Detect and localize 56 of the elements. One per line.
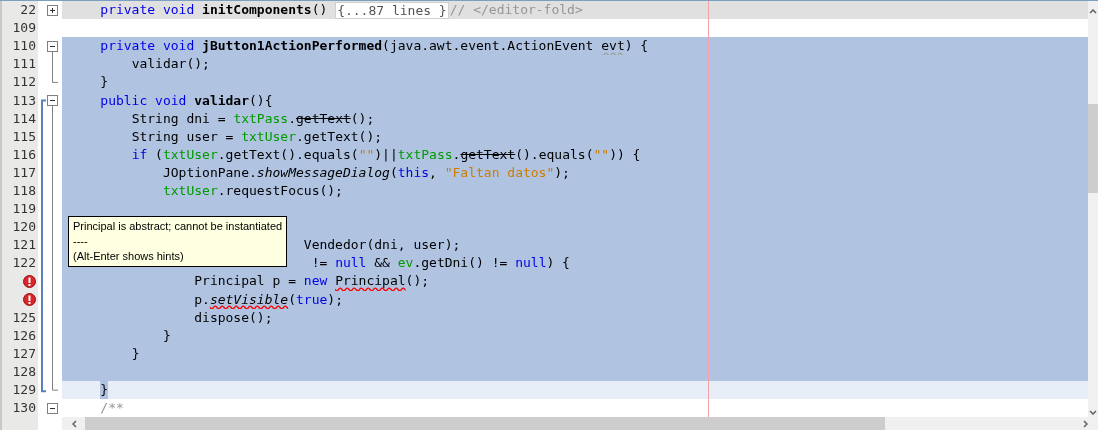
code-text: } — [131, 344, 140, 363]
code-text: String dni = txtPass.getText(); — [131, 109, 375, 128]
line-number: 109 — [12, 19, 36, 38]
line-number: 130 — [12, 399, 36, 418]
code-text: if (txtUser.getText().equals("")||txtPass.getText().equals("")) { — [131, 145, 641, 164]
fold-collapse-icon[interactable] — [47, 403, 58, 415]
error-tooltip: Principal is abstract; cannot be instantiated ---- (Alt-Enter shows hints) — [68, 216, 288, 267]
scrollbar-thumb[interactable] — [1088, 104, 1098, 193]
line-number: 122 — [12, 254, 36, 273]
horizontal-scrollbar[interactable] — [62, 417, 1098, 430]
line-number: 115 — [12, 127, 36, 146]
line-number: 113 — [12, 91, 36, 110]
scroll-down-icon[interactable] — [1089, 410, 1097, 416]
code-text: } — [100, 73, 109, 92]
fold-collapse-icon[interactable] — [47, 95, 58, 107]
line-number: 127 — [12, 344, 36, 363]
fold-guide-line — [52, 51, 59, 83]
code-text: } — [162, 326, 171, 345]
code-text: Principal p = new Principal(); — [194, 272, 430, 291]
code-text: Vendedor(dni, user); — [303, 236, 461, 255]
line-number: 128 — [12, 362, 36, 381]
code-text: } — [100, 381, 109, 399]
code-text: // </editor-fold> — [449, 1, 583, 20]
code-text: p.setVisible(true); — [194, 290, 343, 309]
code-text: /** — [100, 399, 124, 418]
line-number: 117 — [12, 163, 36, 182]
code-text: String user = txtUser.getText(); — [131, 127, 383, 146]
scroll-up-icon[interactable] — [1089, 9, 1097, 14]
line-number: 111 — [12, 55, 36, 74]
code-text: private void jButton1ActionPerformed(java.awt.event.ActionEvent evt) { — [100, 37, 649, 56]
line-number: 116 — [12, 145, 36, 164]
fold-collapse-icon[interactable] — [47, 41, 58, 53]
vertical-scrollbar[interactable] — [1088, 1, 1098, 418]
fold-expand-icon[interactable] — [47, 5, 58, 16]
code-text: JOptionPane.showMessageDialog(this, "Faltan datos"); — [162, 163, 570, 182]
line-number: 126 — [12, 326, 36, 345]
line-number: 129 — [12, 381, 36, 399]
scroll-left-icon[interactable] — [72, 419, 77, 428]
code-text: validar(); — [131, 55, 210, 74]
line-number: 125 — [12, 308, 36, 327]
line-number: 22 — [20, 1, 36, 20]
line-number: 118 — [12, 182, 36, 200]
code-text: != null && ev.getDni() != null) { — [311, 254, 570, 273]
code-text: public void validar(){ — [100, 91, 273, 110]
line-number: 120 — [12, 218, 36, 237]
line-number: 119 — [12, 200, 36, 219]
scrollbar-thumb[interactable] — [85, 417, 885, 430]
code-text: private void initComponents() — [100, 1, 329, 20]
scroll-right-icon[interactable] — [1083, 419, 1088, 428]
line-number: 121 — [12, 236, 36, 255]
line-number: 114 — [12, 109, 36, 128]
code-text: txtUser.requestFocus(); — [162, 182, 343, 200]
code-text: dispose(); — [194, 308, 273, 327]
folded-code-placeholder[interactable]: {...87 lines } — [335, 1, 449, 19]
line-number: 110 — [12, 37, 36, 56]
line-number: 112 — [12, 73, 36, 92]
